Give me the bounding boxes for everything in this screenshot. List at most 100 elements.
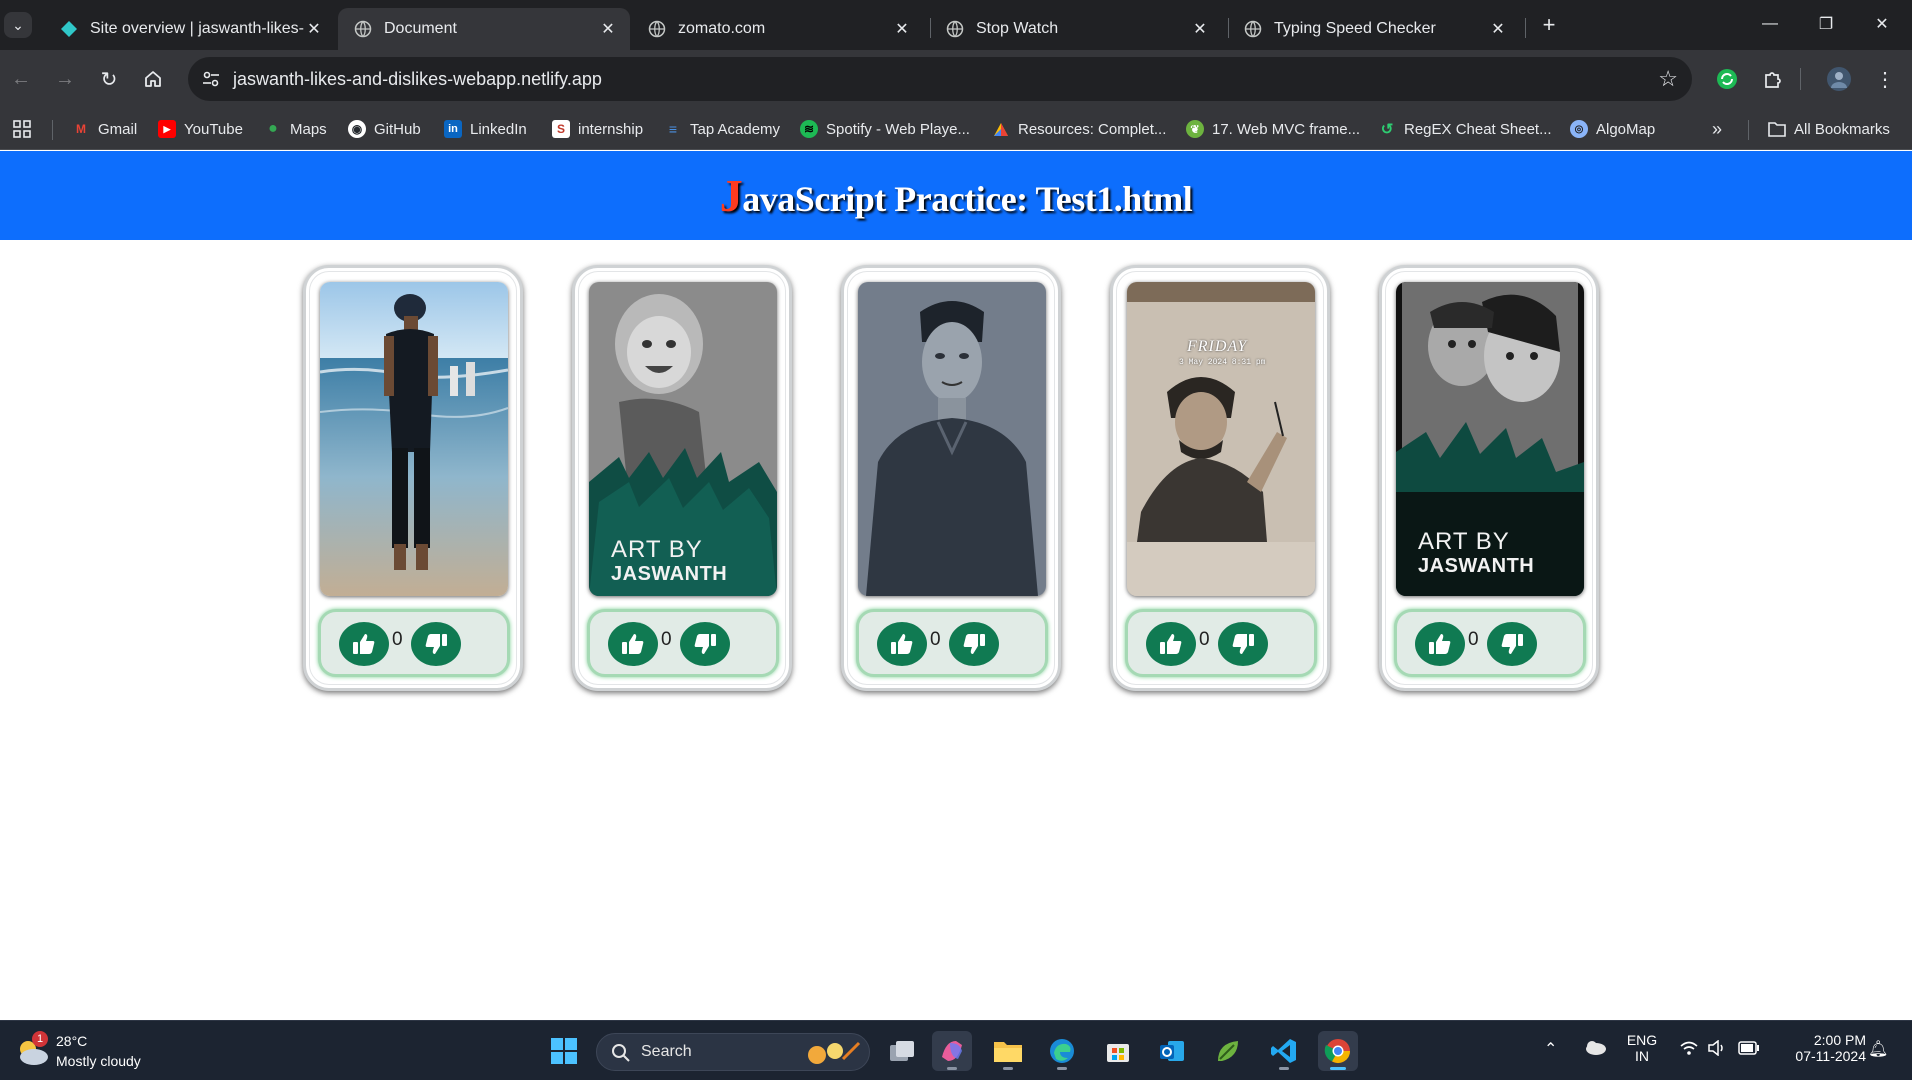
tab-zomato[interactable]: zomato.com ✕	[632, 8, 924, 50]
weather-widget[interactable]: 1 28°C Mostly cloudy	[14, 1029, 174, 1073]
like-dislike-bar: 0	[1125, 609, 1317, 677]
reload-button[interactable]: ↻	[92, 62, 126, 96]
bookmark-label: Gmail	[98, 120, 138, 138]
spring-tools-app[interactable]	[1208, 1031, 1248, 1071]
bookmark-linkedin[interactable]: in LinkedIn	[444, 118, 527, 140]
dislike-button[interactable]	[1218, 622, 1268, 666]
bookmark-label: GitHub	[374, 120, 421, 138]
bookmark-maps[interactable]: ● Maps	[264, 118, 327, 140]
clock[interactable]: 2:00 PM 07-11-2024	[1770, 1032, 1866, 1064]
like-button[interactable]	[877, 622, 927, 666]
bookmark-gmail[interactable]: M Gmail	[72, 118, 137, 140]
edge-app[interactable]	[1042, 1031, 1082, 1071]
dislike-button[interactable]	[411, 622, 461, 666]
chrome-app[interactable]	[1318, 1031, 1358, 1071]
bookmark-label: YouTube	[184, 120, 243, 138]
task-view-icon	[890, 1041, 914, 1061]
bookmark-internship[interactable]: Sinternship	[552, 118, 643, 140]
close-tab-icon[interactable]: ✕	[1190, 19, 1210, 39]
like-button[interactable]	[339, 622, 389, 666]
file-explorer-app[interactable]	[988, 1031, 1028, 1071]
site-info-icon[interactable]	[200, 68, 222, 90]
tab-site-overview[interactable]: Site overview | jaswanth-likes-a ✕	[44, 8, 336, 50]
tab-search-button[interactable]: ⌄	[4, 12, 32, 38]
bookmark-label: 17. Web MVC frame...	[1212, 120, 1361, 138]
taskbar-search[interactable]: Search	[596, 1033, 870, 1071]
store-app[interactable]	[1098, 1031, 1138, 1071]
sketch-heading: FRIDAY	[1187, 338, 1248, 355]
dislike-button[interactable]	[949, 622, 999, 666]
like-button[interactable]	[1415, 622, 1465, 666]
thumbs-up-icon	[353, 634, 375, 654]
outlook-app[interactable]	[1152, 1031, 1192, 1071]
wifi-icon[interactable]	[1680, 1040, 1698, 1061]
bookmark-label: Tap Academy	[690, 120, 781, 138]
onedrive-icon[interactable]	[1584, 1039, 1606, 1060]
bookmark-web-mvc[interactable]: ❦ 17. Web MVC frame...	[1186, 118, 1360, 140]
linkedin-icon: in	[444, 120, 462, 138]
like-button[interactable]	[1146, 622, 1196, 666]
resources-icon	[992, 120, 1010, 138]
apps-grid-icon[interactable]	[12, 118, 32, 140]
vscode-app[interactable]	[1264, 1031, 1304, 1071]
close-tab-icon[interactable]: ✕	[304, 19, 324, 39]
watermark-line2: JASWANTH	[1418, 555, 1535, 577]
close-tab-icon[interactable]: ✕	[598, 19, 618, 39]
bookmark-github[interactable]: ◉ GitHub	[348, 118, 421, 140]
tab-typing-speed[interactable]: Typing Speed Checker ✕	[1228, 8, 1520, 50]
start-button[interactable]	[544, 1031, 584, 1071]
close-tab-icon[interactable]: ✕	[1488, 19, 1508, 39]
home-button[interactable]	[136, 62, 170, 96]
watermark-line1: ART BY	[611, 536, 703, 563]
bookmark-label: Maps	[290, 120, 327, 138]
all-bookmarks[interactable]: All Bookmarks	[1768, 118, 1890, 140]
dislike-button[interactable]	[680, 622, 730, 666]
tab-divider	[1525, 18, 1526, 38]
tab-document[interactable]: Document ✕	[338, 8, 630, 50]
bookmark-label: AlgoMap	[1596, 120, 1656, 138]
more-bookmarks-chevron-icon[interactable]: »	[1712, 118, 1722, 140]
like-dislike-bar: 0	[1394, 609, 1586, 677]
tab-stop-watch[interactable]: Stop Watch ✕	[930, 8, 1222, 50]
like-button[interactable]	[608, 622, 658, 666]
show-hidden-icons-chevron-icon[interactable]: ⌃	[1544, 1039, 1557, 1059]
address-bar[interactable]: jaswanth-likes-and-dislikes-webapp.netli…	[188, 57, 1692, 101]
dislike-button[interactable]	[1487, 622, 1537, 666]
bookmark-label: Resources: Complet...	[1018, 120, 1167, 138]
volume-icon[interactable]	[1708, 1039, 1726, 1061]
thumbs-down-icon	[1232, 634, 1254, 654]
new-tab-button[interactable]: +	[1536, 12, 1562, 38]
forward-button[interactable]: →	[48, 62, 82, 96]
minimize-button[interactable]: ―	[1748, 10, 1792, 38]
image-card: ART BY JASWANTH 0	[572, 265, 792, 691]
bookmark-algomap[interactable]: ◎ AlgoMap	[1570, 118, 1655, 140]
regex-icon: ↺	[1380, 121, 1394, 138]
thumbs-down-icon	[1501, 634, 1523, 654]
close-window-button[interactable]: ✕	[1860, 10, 1904, 38]
restore-button[interactable]: ❐	[1804, 10, 1848, 38]
profile-avatar[interactable]	[1824, 64, 1854, 94]
back-button[interactable]: ←	[4, 62, 38, 96]
battery-icon[interactable]	[1738, 1041, 1760, 1060]
extensions-puzzle-icon[interactable]	[1758, 64, 1788, 94]
chrome-menu-icon[interactable]: ⋮	[1870, 64, 1900, 94]
copilot-app[interactable]	[932, 1031, 972, 1071]
task-view-button[interactable]	[882, 1031, 922, 1071]
close-tab-icon[interactable]: ✕	[892, 19, 912, 39]
card-row: 0 ART BY JASWANTH 0 0 FRIDAY 3 May 2024 …	[303, 265, 1603, 695]
notification-bell-icon[interactable]: 🔔︎	[1868, 1039, 1888, 1059]
clock-date: 07-11-2024	[1795, 1048, 1866, 1064]
tab-title: Typing Speed Checker	[1274, 20, 1436, 37]
language-indicator[interactable]: ENG IN	[1624, 1032, 1660, 1064]
bookmark-regex[interactable]: ↺ RegEX Cheat Sheet...	[1378, 118, 1552, 140]
bookmark-youtube[interactable]: ▶ YouTube	[158, 118, 243, 140]
bookmark-resources[interactable]: Resources: Complet...	[992, 118, 1166, 140]
extension-sync-icon[interactable]	[1712, 64, 1742, 94]
bookmark-label: All Bookmarks	[1794, 120, 1890, 138]
active-indicator	[1330, 1067, 1346, 1070]
bookmark-tap-academy[interactable]: ≡ Tap Academy	[664, 118, 780, 140]
bookmark-spotify[interactable]: ≋ Spotify - Web Playe...	[800, 118, 970, 140]
bookmarks-divider	[52, 120, 53, 140]
bookmark-star-icon[interactable]: ☆	[1658, 66, 1678, 92]
page-title: JavaScript Practice: Test1.html	[720, 169, 1193, 222]
